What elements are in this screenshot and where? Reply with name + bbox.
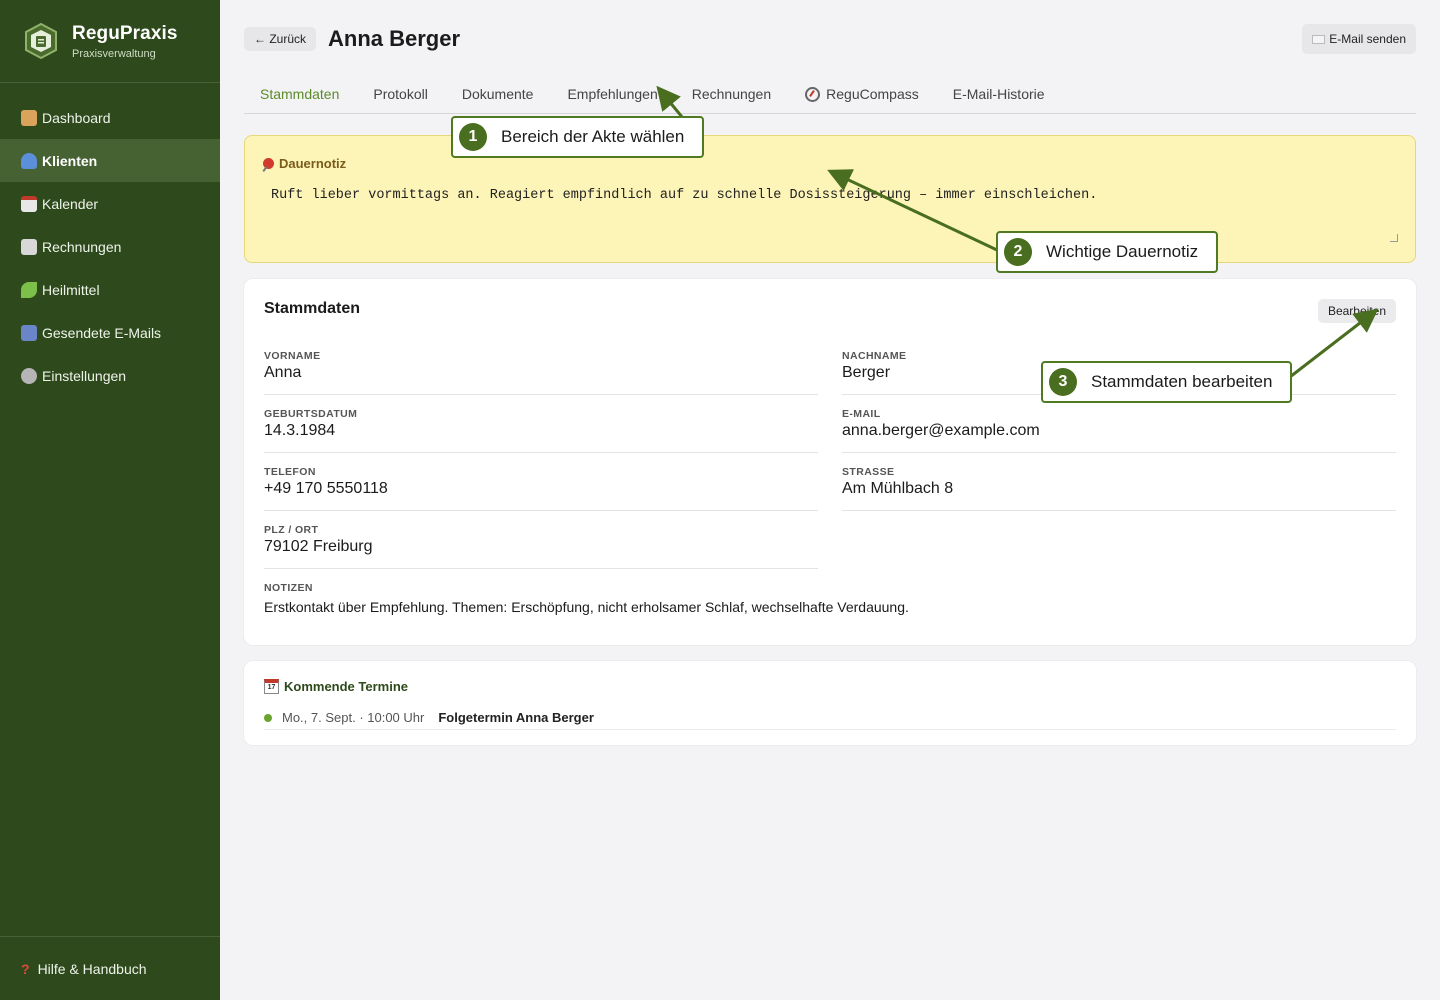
field-value: Anna [264, 364, 302, 381]
field-strasse: STRASSE Am Mühlbach 8 [842, 453, 1396, 511]
calendar-icon [21, 195, 37, 212]
tab-label: ReguCompass [826, 86, 919, 102]
pin-icon [263, 158, 274, 169]
envelope-icon [1312, 34, 1326, 44]
status-dot [264, 713, 272, 722]
tab-dokumente[interactable]: Dokumente [446, 74, 552, 114]
callout-number: 1 [459, 123, 487, 151]
termine-label: Kommende Termine [284, 679, 409, 694]
field-geburtsdatum: GEBURTSDATUM 14.3.1984 [264, 395, 818, 453]
notes-label: NOTIZEN [264, 582, 313, 594]
person-icon [21, 152, 37, 169]
calendar-icon: 17 [264, 679, 279, 694]
brand: ReguPraxis Praxisverwaltung [0, 0, 220, 83]
mailbox-icon [21, 324, 37, 341]
field-value: Am Mühlbach 8 [842, 480, 954, 497]
field-telefon: TELEFON +49 170 5550118 [264, 453, 818, 511]
field-label: GEBURTSDATUM [264, 408, 358, 420]
help-label: Hilfe & Handbuch [37, 960, 147, 977]
field-label: VORNAME [264, 350, 321, 362]
callout-text: Stammdaten bearbeiten [1091, 372, 1273, 391]
termin-name: Folgetermin Anna Berger [438, 710, 594, 725]
sidebar-item-gesendete-emails[interactable]: Gesendete E-Mails [0, 311, 220, 354]
page-title: Anna Berger [328, 26, 461, 51]
field-vorname: VORNAME Anna [264, 337, 818, 395]
termine-card: 17 Kommende Termine Mo., 7. Sept. · 10:0… [244, 661, 1416, 745]
field-value: 14.3.1984 [264, 422, 336, 439]
tab-email-historie[interactable]: E-Mail-Historie [937, 74, 1063, 114]
sidebar-item-label: Gesendete E-Mails [42, 324, 162, 341]
herb-icon [21, 281, 37, 298]
resize-handle[interactable] [1390, 234, 1398, 242]
notes-value: Erstkontakt über Empfehlung. Themen: Ers… [264, 599, 909, 615]
send-email-label: E-Mail senden [1329, 32, 1406, 46]
callout-1: 1 Bereich der Akte wählen [451, 116, 705, 158]
sidebar-item-label: Rechnungen [42, 238, 122, 255]
sidebar-item-klienten[interactable]: Klienten [0, 139, 220, 182]
field-label: NACHNAME [842, 350, 907, 362]
sidebar-item-label: Kalender [42, 195, 99, 212]
callout-text: Wichtige Dauernotiz [1046, 242, 1199, 261]
termin-item[interactable]: Mo., 7. Sept. · 10:00 Uhr Folgetermin An… [264, 706, 1396, 730]
field-label: PLZ / ORT [264, 524, 319, 536]
termine-title: 17 Kommende Termine [264, 679, 408, 694]
sidebar-item-label: Klienten [42, 152, 98, 169]
dauernotiz-textarea[interactable]: Ruft lieber vormittags an. Reagiert empf… [271, 188, 1391, 203]
sidebar: ReguPraxis Praxisverwaltung Dashboard Kl… [0, 0, 220, 1000]
sidebar-item-kalender[interactable]: Kalender [0, 182, 220, 225]
sidebar-item-dashboard[interactable]: Dashboard [0, 96, 220, 139]
sidebar-item-label: Heilmittel [42, 281, 100, 298]
termin-date: Mo., 7. Sept. · 10:00 Uhr [282, 710, 425, 725]
sidebar-item-label: Dashboard [42, 109, 111, 126]
callout-number: 2 [1004, 238, 1032, 266]
sidebar-item-rechnungen[interactable]: Rechnungen [0, 225, 220, 268]
stammdaten-title: Stammdaten [264, 300, 361, 317]
tab-protokoll[interactable]: Protokoll [357, 74, 445, 114]
back-button[interactable]: ← Zurück [244, 27, 317, 51]
field-value: +49 170 5550118 [264, 480, 388, 497]
dauernotiz-panel: Dauernotiz Ruft lieber vormittags an. Re… [244, 135, 1416, 263]
callout-2: 2 Wichtige Dauernotiz [996, 231, 1219, 273]
main-content: ← Zurück Anna Berger E-Mail senden Stamm… [220, 0, 1440, 1000]
tab-empfehlungen[interactable]: Empfehlungen [551, 74, 675, 114]
field-value: anna.berger@example.com [842, 422, 1040, 439]
tab-rechnungen[interactable]: Rechnungen [676, 74, 789, 114]
field-value: 79102 Freiburg [264, 538, 373, 555]
logo-icon [25, 22, 57, 60]
field-label: E-MAIL [842, 408, 881, 420]
receipt-icon [21, 238, 37, 255]
house-icon [21, 109, 37, 126]
callout-number: 3 [1049, 368, 1077, 396]
field-value: Berger [842, 364, 891, 381]
brand-subtitle: Praxisverwaltung [72, 47, 156, 60]
question-icon: ? [21, 960, 30, 977]
tab-stammdaten[interactable]: Stammdaten [244, 74, 357, 114]
stammdaten-card: Stammdaten Bearbeiten VORNAME Anna NACHN… [244, 279, 1416, 645]
tab-regucompass[interactable]: ReguCompass [789, 74, 937, 114]
sidebar-item-label: Einstellungen [42, 367, 127, 384]
edit-button[interactable]: Bearbeiten [1317, 299, 1396, 323]
compass-icon [805, 86, 821, 102]
field-label: STRASSE [842, 466, 895, 478]
field-label: TELEFON [264, 466, 316, 478]
dauernotiz-label: Dauernotiz [279, 156, 347, 171]
sidebar-item-einstellungen[interactable]: Einstellungen [0, 354, 220, 397]
brand-title: ReguPraxis [72, 22, 178, 44]
tab-bar: Stammdaten Protokoll Dokumente Empfehlun… [244, 74, 1416, 114]
field-plz-ort: PLZ / ORT 79102 Freiburg [264, 511, 818, 569]
callout-3: 3 Stammdaten bearbeiten [1041, 361, 1293, 403]
help-link[interactable]: ? Hilfe & Handbuch [0, 936, 220, 1000]
dauernotiz-title: Dauernotiz [263, 156, 346, 171]
sidebar-item-heilmittel[interactable]: Heilmittel [0, 268, 220, 311]
send-email-button[interactable]: E-Mail senden [1302, 24, 1416, 54]
sidebar-nav: Dashboard Klienten Kalender Rechnungen H… [0, 96, 220, 397]
field-email: E-MAIL anna.berger@example.com [842, 395, 1396, 453]
gear-icon [21, 367, 37, 384]
callout-text: Bereich der Akte wählen [501, 127, 685, 146]
